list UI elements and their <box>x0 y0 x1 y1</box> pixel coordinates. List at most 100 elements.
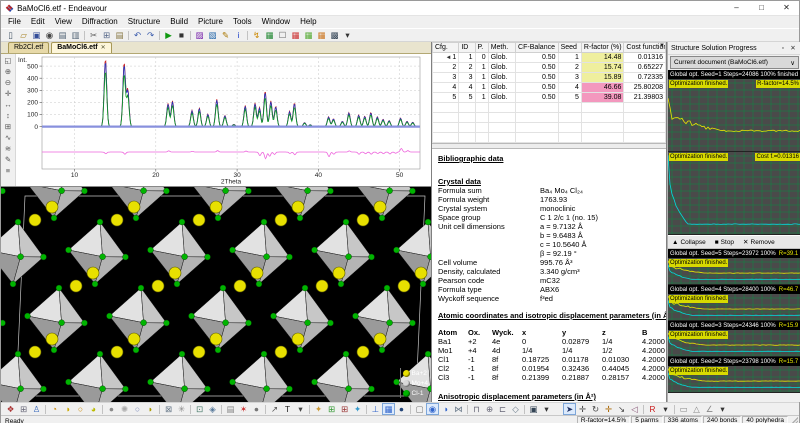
rotate-tool-icon[interactable]: ↻ <box>589 403 602 415</box>
move-tool-icon[interactable]: ✛ <box>576 403 589 415</box>
sphere-shine-icon[interactable]: ✺ <box>118 403 131 415</box>
menu-help[interactable]: Help <box>295 16 321 28</box>
chart-options-icon[interactable]: ≡ <box>2 165 14 176</box>
cfg-col-p[interactable]: P. <box>475 43 488 53</box>
cfg-col-rfactor[interactable]: R-factor (%) <box>581 43 624 53</box>
atom-style-quarter-icon[interactable]: ◔ <box>48 403 61 415</box>
menu-diffraction[interactable]: Diffraction <box>77 16 123 28</box>
view-diagonal-icon[interactable]: ✦ <box>351 403 364 415</box>
zoom-in-icon[interactable]: ⊕ <box>2 66 14 77</box>
select-columns-icon[interactable]: ☐ <box>276 29 289 41</box>
dim-atoms-icon[interactable]: ● <box>250 403 263 415</box>
clip-side-icon[interactable]: ⊏ <box>496 403 509 415</box>
polyhedra-solid-icon[interactable]: ◈ <box>206 403 219 415</box>
walk-structure-icon[interactable]: ♙ <box>30 403 43 415</box>
rotate-z-tool-icon[interactable]: ✛ <box>602 403 615 415</box>
render-options-icon[interactable]: ▾ <box>540 403 553 415</box>
copy-icon[interactable]: ⊞ <box>100 29 113 41</box>
menu-structure[interactable]: Structure <box>123 16 165 28</box>
render-mode-icon[interactable]: ▣ <box>527 403 540 415</box>
cfg-col-meth[interactable]: Meth. <box>488 43 515 53</box>
cfg-row[interactable]: 551Glob.0.50539.0821.39803 <box>433 93 666 103</box>
labels-icon[interactable]: ▤ <box>224 403 237 415</box>
measure-torsion-icon[interactable]: ∠ <box>703 403 716 415</box>
pin-icon[interactable]: ▫ <box>778 45 788 52</box>
menu-build[interactable]: Build <box>165 16 193 28</box>
result-table-icon[interactable]: ▦ <box>263 29 276 41</box>
tab-close-icon[interactable]: ✕ <box>101 43 106 53</box>
arrow-annotation-icon[interactable]: ↗ <box>268 403 281 415</box>
print-icon[interactable]: ▥ <box>69 29 82 41</box>
cfg-row[interactable]: 221Glob.0.50215.740.65227 <box>433 63 666 73</box>
view-a-axis-icon[interactable]: ✦ <box>312 403 325 415</box>
diffraction-pattern-icon[interactable]: ▨ <box>193 29 206 41</box>
collapse-button[interactable]: ▲Collapse <box>672 239 706 246</box>
sphere-half-icon[interactable]: ◗ <box>144 403 157 415</box>
x-range-icon[interactable]: ↔ <box>2 99 14 110</box>
atom-style-full-icon[interactable]: ◕ <box>87 403 100 415</box>
tab-rb2cl.etf[interactable]: Rb2Cl.etf <box>8 42 49 53</box>
xrd-pattern-chart[interactable]: 102030405001002003004005002ThetaInt. <box>16 54 430 184</box>
maximize-button[interactable]: □ <box>749 1 774 15</box>
edit-points-icon[interactable]: ✎ <box>2 154 14 165</box>
stereo-view-icon[interactable]: ▦ <box>382 403 395 415</box>
structure-3d-canvas[interactable] <box>1 187 431 402</box>
menu-tools[interactable]: Tools <box>228 16 257 28</box>
link-views-icon[interactable]: ⋈ <box>452 403 465 415</box>
document-selector[interactable]: Current document (BaMoCl6.etf) ∨ <box>670 56 799 69</box>
close-button[interactable]: ✕ <box>774 1 799 15</box>
menu-edit[interactable]: Edit <box>26 16 50 28</box>
paste-icon[interactable]: ▤ <box>113 29 126 41</box>
table-orange-icon[interactable]: ▦ <box>315 29 328 41</box>
depth-cue-icon[interactable]: ● <box>395 403 408 415</box>
text-options-icon[interactable]: ▾ <box>294 403 307 415</box>
split-window-icon[interactable]: ◉ <box>426 403 439 415</box>
stop-calculation-icon[interactable]: ■ <box>175 29 188 41</box>
menu-file[interactable]: File <box>3 16 26 28</box>
cfg-col-seed[interactable]: Seed <box>558 43 581 53</box>
clip-add-icon[interactable]: ⊕ <box>483 403 496 415</box>
rfactor-tool-icon[interactable]: R <box>646 403 659 415</box>
rfactor-options-icon[interactable]: ▾ <box>659 403 672 415</box>
select-cursor-icon[interactable]: ➤ <box>563 403 576 415</box>
cfg-col-id[interactable]: ID <box>459 43 475 53</box>
view-b-axis-icon[interactable]: ⊞ <box>325 403 338 415</box>
polyhedra-wire-icon[interactable]: ⊡ <box>193 403 206 415</box>
new-file-icon[interactable]: ▯ <box>4 29 17 41</box>
cfg-col-cfg[interactable]: Cfg. <box>433 43 459 53</box>
measure-options-icon[interactable]: ▾ <box>716 403 729 415</box>
panel-close-icon[interactable]: ✕ <box>788 44 798 52</box>
remove-button[interactable]: ✕Remove <box>743 238 775 246</box>
select-region-icon[interactable]: ◱ <box>2 55 14 66</box>
menu-window[interactable]: Window <box>257 16 295 28</box>
background-icon[interactable]: ≋ <box>2 143 14 154</box>
sphere-solid-icon[interactable]: ● <box>105 403 118 415</box>
redo-icon[interactable]: ↷ <box>144 29 157 41</box>
atom-style-half-icon[interactable]: ◑ <box>61 403 74 415</box>
undo-icon[interactable]: ↶ <box>131 29 144 41</box>
atom-style-open-icon[interactable]: ○ <box>74 403 87 415</box>
lightning-run-icon[interactable]: ↯ <box>250 29 263 41</box>
save-icon[interactable]: ▣ <box>30 29 43 41</box>
stop-button[interactable]: ■Stop <box>715 239 734 246</box>
structure-3d-view[interactable]: Ba+2Mo+4Cl-1 <box>1 187 431 402</box>
pan-icon[interactable]: ✛ <box>2 88 14 99</box>
table-red-icon[interactable]: ▦ <box>289 29 302 41</box>
reset-view-icon[interactable]: ◁ <box>628 403 641 415</box>
find-icon[interactable]: ◉ <box>43 29 56 41</box>
column-chooser-icon[interactable]: ▼ <box>659 43 665 49</box>
cfg-col-cfbalance[interactable]: CF-Balance <box>516 43 559 53</box>
measure-angle-icon[interactable]: △ <box>690 403 703 415</box>
menu-picture[interactable]: Picture <box>193 16 228 28</box>
table-green-icon[interactable]: ▦ <box>302 29 315 41</box>
bonds-frame-icon[interactable]: ✳ <box>175 403 188 415</box>
tab-bamocl6.etf[interactable]: BaMoCl6.etf✕ <box>51 42 111 53</box>
zoom-tool-icon[interactable]: ↘ <box>615 403 628 415</box>
minimize-button[interactable]: – <box>724 1 749 15</box>
cut-icon[interactable]: ✂ <box>87 29 100 41</box>
clip-top-icon[interactable]: ⊓ <box>470 403 483 415</box>
show-unit-cell-icon[interactable]: ❖ <box>4 403 17 415</box>
sync-views-icon[interactable]: ◑ <box>439 403 452 415</box>
view-c-axis-icon[interactable]: ⊞ <box>338 403 351 415</box>
curve-icon[interactable]: ∿ <box>2 132 14 143</box>
